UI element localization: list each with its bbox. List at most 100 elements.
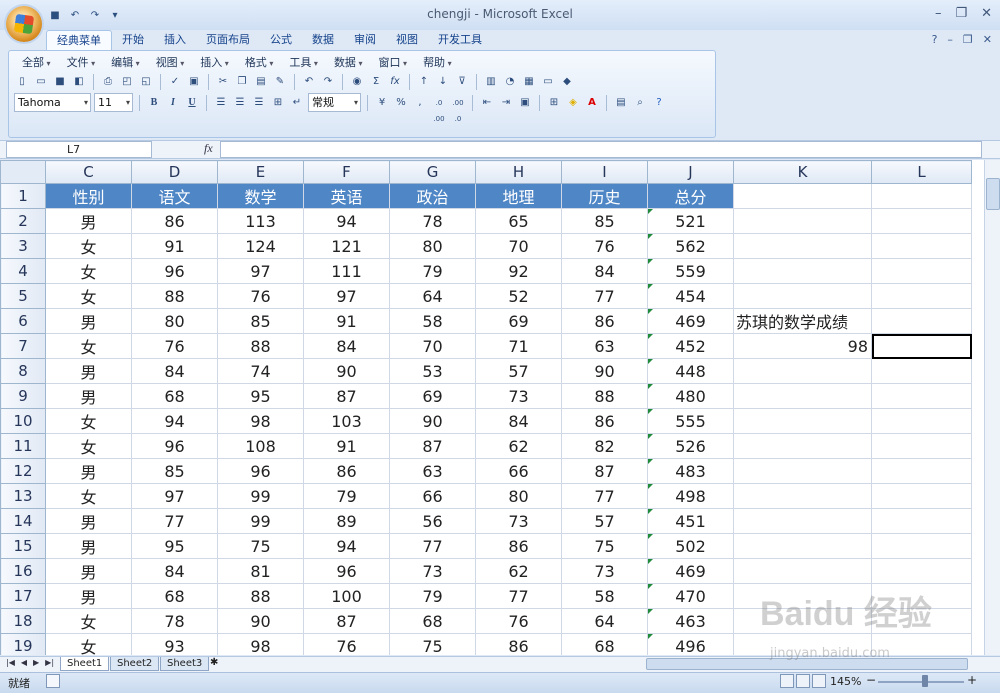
cell[interactable]: 87 xyxy=(561,458,648,484)
cell[interactable]: 559 xyxy=(647,258,734,284)
cell[interactable]: 81 xyxy=(217,558,304,584)
prev-sheet-icon[interactable]: ◀ xyxy=(21,658,27,667)
cell[interactable]: 70 xyxy=(389,333,476,359)
cell[interactable]: 84 xyxy=(475,408,562,434)
number-format-select[interactable]: 常规 xyxy=(308,93,361,112)
tab-6[interactable]: 审阅 xyxy=(344,30,386,50)
help-circle-icon[interactable]: ? xyxy=(651,95,667,111)
zoom-level[interactable]: 145% xyxy=(830,675,861,688)
cell[interactable]: 63 xyxy=(389,458,476,484)
cell[interactable] xyxy=(733,183,872,209)
research-icon[interactable]: ◱ xyxy=(138,74,154,90)
permission-icon[interactable]: ◧ xyxy=(71,74,87,90)
cell[interactable]: 男 xyxy=(45,533,132,559)
cell[interactable] xyxy=(733,558,872,584)
cell[interactable]: 73 xyxy=(389,558,476,584)
redo-icon[interactable]: ↷ xyxy=(320,74,336,90)
cell[interactable]: 76 xyxy=(303,633,390,655)
row-header[interactable]: 6 xyxy=(0,308,46,334)
align-left-icon[interactable]: ☰ xyxy=(213,95,229,111)
cell[interactable]: 498 xyxy=(647,483,734,509)
cell[interactable]: 480 xyxy=(647,383,734,409)
vertical-scroll-thumb[interactable] xyxy=(986,178,1000,210)
cell[interactable]: 男 xyxy=(45,208,132,234)
zoom-slider[interactable] xyxy=(878,681,964,683)
cell[interactable] xyxy=(733,258,872,284)
row-header[interactable]: 15 xyxy=(0,533,46,559)
macro-record-icon[interactable] xyxy=(46,674,60,688)
column-header[interactable]: C xyxy=(45,160,132,184)
cell[interactable]: 66 xyxy=(389,483,476,509)
cell[interactable]: 77 xyxy=(561,283,648,309)
cell[interactable]: 451 xyxy=(647,508,734,534)
cell[interactable]: 79 xyxy=(389,258,476,284)
cell[interactable] xyxy=(733,508,872,534)
cell[interactable]: 91 xyxy=(303,308,390,334)
cell[interactable] xyxy=(871,508,972,534)
row-header[interactable]: 17 xyxy=(0,583,46,609)
font-name-select[interactable]: Tahoma xyxy=(14,93,91,112)
cell[interactable]: 58 xyxy=(389,308,476,334)
cell[interactable] xyxy=(871,233,972,259)
cell[interactable]: 111 xyxy=(303,258,390,284)
sheet-tab-1[interactable]: Sheet1 xyxy=(60,657,110,671)
cell[interactable]: 90 xyxy=(303,358,390,384)
menu-item-7[interactable]: 数据 xyxy=(326,55,371,71)
cell[interactable] xyxy=(871,258,972,284)
cell[interactable]: 57 xyxy=(561,508,648,534)
column-header[interactable]: J xyxy=(647,160,734,184)
sheet-tab-2[interactable]: Sheet2 xyxy=(110,657,160,671)
cell[interactable] xyxy=(871,458,972,484)
cell[interactable]: 94 xyxy=(303,533,390,559)
row-header[interactable]: 12 xyxy=(0,458,46,484)
cell[interactable] xyxy=(733,433,872,459)
cell[interactable]: 86 xyxy=(303,458,390,484)
cell[interactable]: 86 xyxy=(561,308,648,334)
cell[interactable]: 68 xyxy=(131,383,218,409)
cell[interactable]: 99 xyxy=(217,483,304,509)
first-sheet-icon[interactable]: |◀ xyxy=(6,658,15,667)
office-button[interactable] xyxy=(6,6,42,42)
cell[interactable]: 84 xyxy=(303,333,390,359)
sheet-tab-3[interactable]: Sheet3 xyxy=(160,657,210,671)
ribbon-close-icon[interactable]: ✕ xyxy=(983,33,992,46)
header-cell[interactable]: 地理 xyxy=(475,183,562,209)
cell[interactable]: 562 xyxy=(647,233,734,259)
cell[interactable]: 95 xyxy=(131,533,218,559)
cell[interactable]: 94 xyxy=(303,208,390,234)
cell[interactable]: 女 xyxy=(45,483,132,509)
cell[interactable]: 88 xyxy=(561,383,648,409)
cell[interactable]: 555 xyxy=(647,408,734,434)
cell[interactable]: 85 xyxy=(217,308,304,334)
cell[interactable]: 66 xyxy=(475,458,562,484)
cell[interactable]: 98 xyxy=(217,633,304,655)
spelling-icon[interactable]: ✓ xyxy=(167,74,183,90)
column-header[interactable]: L xyxy=(871,160,972,184)
cell[interactable] xyxy=(733,283,872,309)
cell[interactable]: 96 xyxy=(303,558,390,584)
cell[interactable]: 69 xyxy=(475,308,562,334)
cell[interactable] xyxy=(733,483,872,509)
zoom-out-button[interactable]: − xyxy=(866,673,876,687)
save-icon[interactable]: ■ xyxy=(52,74,68,90)
cell[interactable]: 52 xyxy=(475,283,562,309)
cell[interactable]: 女 xyxy=(45,233,132,259)
cell[interactable]: 75 xyxy=(561,533,648,559)
tab-3[interactable]: 页面布局 xyxy=(196,30,260,50)
cell[interactable]: 113 xyxy=(217,208,304,234)
cell[interactable]: 77 xyxy=(561,483,648,509)
percent-button[interactable]: % xyxy=(393,95,409,111)
cell[interactable]: 97 xyxy=(217,258,304,284)
row-header[interactable]: 10 xyxy=(0,408,46,434)
cell[interactable]: 62 xyxy=(475,558,562,584)
cell[interactable]: 84 xyxy=(131,358,218,384)
cell[interactable]: 76 xyxy=(131,333,218,359)
menu-item-1[interactable]: 文件 xyxy=(59,55,104,71)
formula-input[interactable] xyxy=(220,141,982,158)
cell[interactable] xyxy=(871,483,972,509)
cell[interactable]: 男 xyxy=(45,458,132,484)
cell[interactable]: 88 xyxy=(217,583,304,609)
tab-1[interactable]: 开始 xyxy=(112,30,154,50)
k7-result-cell[interactable]: 98 xyxy=(733,333,872,359)
cell[interactable]: 73 xyxy=(475,383,562,409)
